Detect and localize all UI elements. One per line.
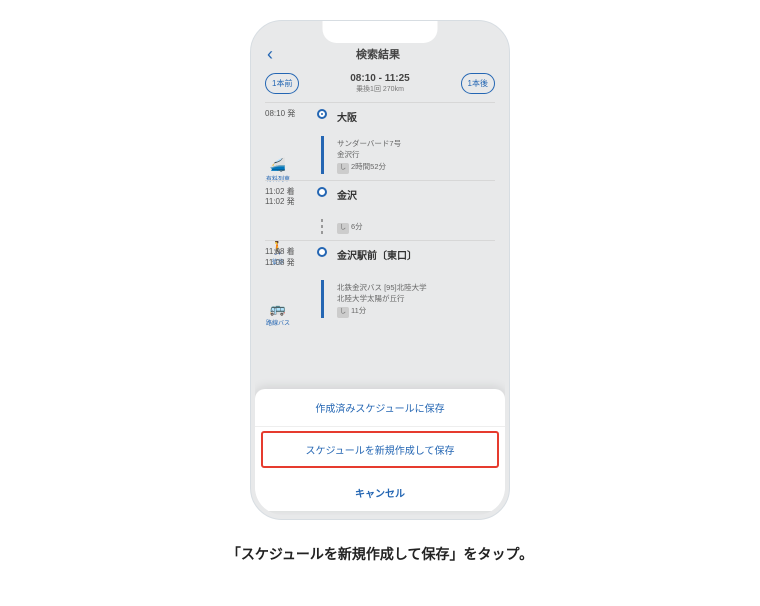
- action-sheet: 作成済みスケジュールに保存 スケジュールを新規作成して保存 キャンセル: [255, 389, 505, 511]
- stop-row: 11:08 着11:08 発 金沢駅前〔東口〕: [265, 240, 495, 274]
- stop-dot-icon: [317, 247, 327, 257]
- save-existing-button[interactable]: 作成済みスケジュールに保存: [255, 389, 505, 427]
- caption: 「スケジュールを新規作成して保存」をタップ。: [227, 544, 533, 564]
- segment-row: 🚄 有料列車 サンダーバード7号 金沢行 し2時間52分: [265, 130, 495, 180]
- stop-row: 08:10 発 大阪: [265, 102, 495, 130]
- badge: し: [337, 223, 349, 234]
- time-range: 08:10 - 11:25: [350, 73, 410, 84]
- icon-label: 路線バス: [266, 321, 290, 327]
- badge: し: [337, 307, 349, 318]
- screen: ‹ 検索結果 1本前 08:10 - 11:25 乗換1回 270km 1本後 …: [255, 25, 505, 515]
- stop-dot-icon: [317, 109, 327, 119]
- stop-time: 08:10 発: [265, 109, 313, 124]
- stop-time: 11:02 着11:02 発: [265, 187, 313, 208]
- badge: し: [337, 163, 349, 174]
- nav-center: 08:10 - 11:25 乗換1回 270km: [350, 73, 410, 94]
- station-name: 金沢: [337, 187, 495, 202]
- train-dest: 金沢行: [337, 149, 495, 160]
- stop-time: 11:08 着11:08 発: [265, 247, 313, 268]
- bus-dest: 北陸大学太陽が丘行: [337, 293, 495, 304]
- nav-row: 1本前 08:10 - 11:25 乗換1回 270km 1本後: [255, 65, 505, 102]
- duration: 11分: [351, 306, 366, 315]
- train-name: サンダーバード7号: [337, 138, 495, 149]
- duration: 2時間52分: [351, 162, 386, 171]
- stop-dot-icon: [317, 187, 327, 197]
- prev-button[interactable]: 1本前: [265, 73, 299, 94]
- save-new-button[interactable]: スケジュールを新規作成して保存: [261, 431, 499, 468]
- bus-name: 北鉄金沢バス [95]北陸大学: [337, 282, 495, 293]
- segment-row: 🚌 路線バス 北鉄金沢バス [95]北陸大学 北陸大学太陽が丘行 し11分: [265, 274, 495, 324]
- duration: 6分: [351, 222, 363, 231]
- cancel-button[interactable]: キャンセル: [255, 474, 505, 511]
- stop-row: 11:02 着11:02 発 金沢: [265, 180, 495, 214]
- route-summary: 乗換1回 270km: [350, 84, 410, 94]
- phone-frame: ‹ 検索結果 1本前 08:10 - 11:25 乗換1回 270km 1本後 …: [250, 20, 510, 520]
- bus-icon: 🚌 路線バス: [261, 302, 295, 327]
- notch: [323, 21, 438, 43]
- segment-row: 🚶 徒歩 し6分: [265, 213, 495, 240]
- next-button[interactable]: 1本後: [461, 73, 495, 94]
- page-title: 検索結果: [259, 46, 497, 62]
- station-name: 金沢駅前〔東口〕: [337, 247, 495, 262]
- station-name: 大阪: [337, 109, 495, 124]
